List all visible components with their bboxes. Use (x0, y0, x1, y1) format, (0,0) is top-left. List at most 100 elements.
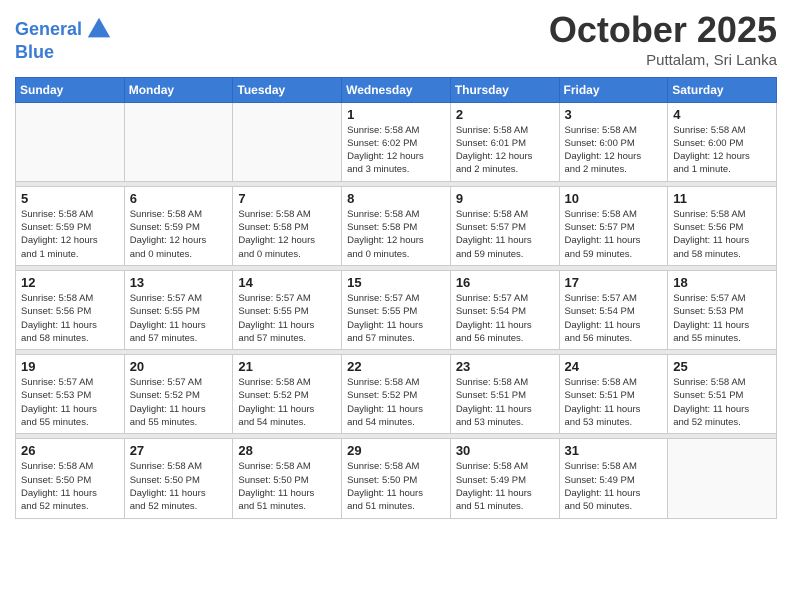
day-number: 15 (347, 275, 445, 290)
calendar-cell: 29Sunrise: 5:58 AMSunset: 5:50 PMDayligh… (342, 439, 451, 518)
calendar-cell: 30Sunrise: 5:58 AMSunset: 5:49 PMDayligh… (450, 439, 559, 518)
month-title: October 2025 (549, 10, 777, 50)
logo-general: General (15, 19, 82, 39)
calendar-cell: 6Sunrise: 5:58 AMSunset: 5:59 PMDaylight… (124, 186, 233, 265)
day-info: Sunset: 5:57 PM (456, 221, 554, 234)
calendar-cell: 3Sunrise: 5:58 AMSunset: 6:00 PMDaylight… (559, 102, 668, 181)
day-info: and 55 minutes. (21, 416, 119, 429)
day-info: and 56 minutes. (456, 332, 554, 345)
day-info: Daylight: 11 hours (456, 487, 554, 500)
day-info: Daylight: 12 hours (238, 234, 336, 247)
day-info: and 1 minute. (21, 248, 119, 261)
day-number: 2 (456, 107, 554, 122)
day-info: Sunset: 6:01 PM (456, 137, 554, 150)
day-info: Daylight: 11 hours (456, 234, 554, 247)
day-info: Sunset: 5:58 PM (238, 221, 336, 234)
calendar-cell: 7Sunrise: 5:58 AMSunset: 5:58 PMDaylight… (233, 186, 342, 265)
calendar-cell: 1Sunrise: 5:58 AMSunset: 6:02 PMDaylight… (342, 102, 451, 181)
day-info: and 54 minutes. (238, 416, 336, 429)
day-info: Sunrise: 5:58 AM (238, 460, 336, 473)
calendar-cell: 11Sunrise: 5:58 AMSunset: 5:56 PMDayligh… (668, 186, 777, 265)
day-number: 22 (347, 359, 445, 374)
calendar-cell: 31Sunrise: 5:58 AMSunset: 5:49 PMDayligh… (559, 439, 668, 518)
day-number: 5 (21, 191, 119, 206)
calendar-cell: 5Sunrise: 5:58 AMSunset: 5:59 PMDaylight… (16, 186, 125, 265)
day-number: 10 (565, 191, 663, 206)
day-info: Sunrise: 5:58 AM (673, 124, 771, 137)
day-info: Daylight: 11 hours (347, 487, 445, 500)
day-number: 9 (456, 191, 554, 206)
day-info: Sunset: 5:59 PM (21, 221, 119, 234)
calendar-cell: 28Sunrise: 5:58 AMSunset: 5:50 PMDayligh… (233, 439, 342, 518)
day-info: and 3 minutes. (347, 163, 445, 176)
day-number: 24 (565, 359, 663, 374)
day-info: and 59 minutes. (456, 248, 554, 261)
day-info: and 55 minutes. (673, 332, 771, 345)
day-info: Sunset: 5:57 PM (565, 221, 663, 234)
day-number: 11 (673, 191, 771, 206)
day-info: Sunset: 5:49 PM (565, 474, 663, 487)
day-info: Sunset: 5:54 PM (565, 305, 663, 318)
day-info: Daylight: 11 hours (130, 403, 228, 416)
day-info: Sunset: 5:51 PM (456, 389, 554, 402)
day-info: Daylight: 11 hours (238, 487, 336, 500)
day-number: 25 (673, 359, 771, 374)
day-info: Daylight: 11 hours (347, 403, 445, 416)
day-info: Sunrise: 5:58 AM (21, 292, 119, 305)
week-row-4: 19Sunrise: 5:57 AMSunset: 5:53 PMDayligh… (16, 355, 777, 434)
day-info: Sunrise: 5:58 AM (673, 208, 771, 221)
day-info: Daylight: 11 hours (21, 319, 119, 332)
day-info: Daylight: 12 hours (130, 234, 228, 247)
day-info: Sunrise: 5:58 AM (21, 460, 119, 473)
calendar-cell (668, 439, 777, 518)
day-info: Sunrise: 5:58 AM (456, 376, 554, 389)
calendar-cell: 27Sunrise: 5:58 AMSunset: 5:50 PMDayligh… (124, 439, 233, 518)
calendar-cell: 21Sunrise: 5:58 AMSunset: 5:52 PMDayligh… (233, 355, 342, 434)
day-info: Sunrise: 5:58 AM (565, 376, 663, 389)
day-number: 18 (673, 275, 771, 290)
day-info: Sunset: 5:50 PM (21, 474, 119, 487)
day-info: and 1 minute. (673, 163, 771, 176)
day-info: and 52 minutes. (21, 500, 119, 513)
day-info: and 0 minutes. (238, 248, 336, 261)
day-info: and 53 minutes. (565, 416, 663, 429)
day-info: Sunrise: 5:58 AM (238, 208, 336, 221)
day-info: Sunset: 5:56 PM (673, 221, 771, 234)
day-info: Sunset: 5:50 PM (238, 474, 336, 487)
day-header-sunday: Sunday (16, 77, 125, 102)
calendar-cell: 4Sunrise: 5:58 AMSunset: 6:00 PMDaylight… (668, 102, 777, 181)
day-info: and 50 minutes. (565, 500, 663, 513)
day-header-monday: Monday (124, 77, 233, 102)
calendar-cell (124, 102, 233, 181)
calendar-cell: 15Sunrise: 5:57 AMSunset: 5:55 PMDayligh… (342, 270, 451, 349)
day-info: Sunset: 6:02 PM (347, 137, 445, 150)
day-info: and 52 minutes. (673, 416, 771, 429)
calendar-cell: 16Sunrise: 5:57 AMSunset: 5:54 PMDayligh… (450, 270, 559, 349)
calendar-cell: 8Sunrise: 5:58 AMSunset: 5:58 PMDaylight… (342, 186, 451, 265)
day-info: Sunset: 5:50 PM (347, 474, 445, 487)
day-info: and 55 minutes. (130, 416, 228, 429)
day-info: Sunrise: 5:58 AM (130, 208, 228, 221)
day-info: and 2 minutes. (456, 163, 554, 176)
day-info: Daylight: 11 hours (238, 403, 336, 416)
calendar-cell: 2Sunrise: 5:58 AMSunset: 6:01 PMDaylight… (450, 102, 559, 181)
day-info: Daylight: 11 hours (21, 403, 119, 416)
page: General Blue October 2025 Puttalam, Sri … (0, 0, 792, 612)
day-info: Daylight: 11 hours (565, 234, 663, 247)
day-info: Sunset: 5:54 PM (456, 305, 554, 318)
day-info: Daylight: 11 hours (130, 319, 228, 332)
calendar-cell: 24Sunrise: 5:58 AMSunset: 5:51 PMDayligh… (559, 355, 668, 434)
day-info: Sunrise: 5:57 AM (21, 376, 119, 389)
calendar-cell: 26Sunrise: 5:58 AMSunset: 5:50 PMDayligh… (16, 439, 125, 518)
day-number: 8 (347, 191, 445, 206)
day-info: Daylight: 11 hours (456, 403, 554, 416)
day-info: Sunrise: 5:57 AM (565, 292, 663, 305)
day-info: Sunrise: 5:58 AM (565, 208, 663, 221)
day-info: and 56 minutes. (565, 332, 663, 345)
day-number: 27 (130, 443, 228, 458)
day-number: 17 (565, 275, 663, 290)
day-info: Sunset: 5:55 PM (130, 305, 228, 318)
header: General Blue October 2025 Puttalam, Sri … (15, 10, 777, 69)
day-number: 12 (21, 275, 119, 290)
day-number: 1 (347, 107, 445, 122)
